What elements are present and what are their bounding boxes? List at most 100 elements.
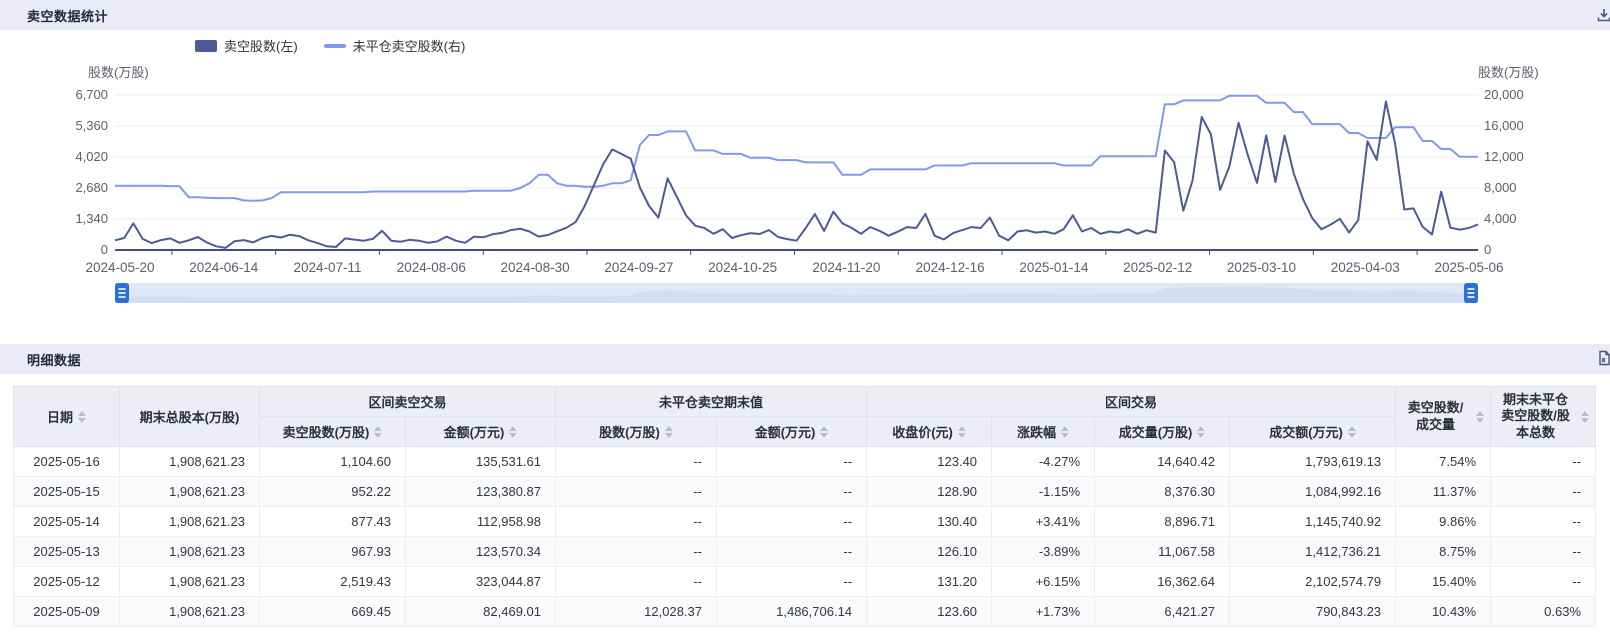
cell-close-price: 123.60 — [867, 597, 992, 627]
x-axis-tick-label: 2025-02-12 — [1123, 260, 1192, 275]
cell-change-pct: -4.27% — [992, 447, 1095, 477]
right-axis-tick-label: 20,000 — [1484, 87, 1524, 102]
chart-legend: 卖空股数(左) 未平仓卖空股数(右) — [195, 36, 465, 55]
sort-caret[interactable] — [1348, 426, 1356, 438]
col-header-turnover[interactable]: 成交额(万元) — [1230, 417, 1396, 447]
cell-open-amount: 1,486,706.14 — [717, 597, 867, 627]
cell-short-amount: 135,531.61 — [406, 447, 556, 477]
x-axis-tick-label: 2024-09-27 — [604, 260, 673, 275]
cell-close-price: 131.20 — [867, 567, 992, 597]
cell-change-pct: -3.89% — [992, 537, 1095, 567]
left-axis-tick-label: 2,680 — [75, 180, 108, 195]
legend-item-open-short-shares[interactable]: 未平仓卖空股数(右) — [324, 36, 466, 55]
cell-short-amount: 123,380.87 — [406, 477, 556, 507]
x-axis-tick-label: 2024-06-14 — [189, 260, 259, 275]
cell-total-share-capital: 1,908,621.23 — [120, 447, 260, 477]
cell-short-amount: 123,570.34 — [406, 537, 556, 567]
col-header-open-ratio[interactable]: 期末未平仓卖空股数/股本总数 — [1491, 387, 1596, 447]
cell-short-ratio: 11.37% — [1396, 477, 1491, 507]
left-axis-tick-label: 6,700 — [75, 87, 108, 102]
col-header-open-amount[interactable]: 金额(万元) — [717, 417, 867, 447]
sort-caret[interactable] — [374, 426, 382, 438]
legend-line-marker — [324, 44, 346, 48]
sort-caret[interactable] — [1476, 411, 1484, 423]
series-short-shares-line — [115, 102, 1478, 248]
cell-volume: 6,421.27 — [1095, 597, 1230, 627]
x-axis-tick-label: 2024-07-11 — [294, 260, 362, 275]
cell-open-ratio: -- — [1491, 507, 1596, 537]
cell-open-ratio: 0.63% — [1491, 597, 1596, 627]
table-row: 2025-05-141,908,621.23877.43112,958.98--… — [14, 507, 1596, 537]
cell-turnover: 1,793,619.13 — [1230, 447, 1396, 477]
x-axis-tick-label: 2025-01-14 — [1019, 260, 1089, 275]
table-row: 2025-05-131,908,621.23967.93123,570.34--… — [14, 537, 1596, 567]
cell-short-ratio: 15.40% — [1396, 567, 1491, 597]
cell-short-shares: 2,519.43 — [260, 567, 406, 597]
x-axis-tick-label: 2024-12-16 — [916, 260, 985, 275]
cell-volume: 16,362.64 — [1095, 567, 1230, 597]
group-header-interval-trading: 区间交易 — [867, 387, 1396, 417]
sort-caret[interactable] — [665, 426, 673, 438]
cell-close-price: 123.40 — [867, 447, 992, 477]
cell-turnover: 1,084,992.16 — [1230, 477, 1396, 507]
cell-short-ratio: 10.43% — [1396, 597, 1491, 627]
cell-total-share-capital: 1,908,621.23 — [120, 507, 260, 537]
col-header-short-shares[interactable]: 卖空股数(万股) — [260, 417, 406, 447]
cell-change-pct: +3.41% — [992, 507, 1095, 537]
cell-turnover: 790,843.23 — [1230, 597, 1396, 627]
col-header-close-price[interactable]: 收盘价(元) — [867, 417, 992, 447]
table-row: 2025-05-091,908,621.23669.4582,469.0112,… — [14, 597, 1596, 627]
sort-caret[interactable] — [1197, 426, 1205, 438]
table-header: 日期 期末总股本(万股) 区间卖空交易 未平仓卖空期末值 区间交易 卖空股数/成… — [14, 387, 1596, 447]
cell-date: 2025-05-09 — [14, 597, 120, 627]
col-header-open-shares[interactable]: 股数(万股) — [556, 417, 717, 447]
group-header-interval-short-trading: 区间卖空交易 — [260, 387, 556, 417]
cell-volume: 8,376.30 — [1095, 477, 1230, 507]
cell-short-amount: 323,044.87 — [406, 567, 556, 597]
cell-open-ratio: -- — [1491, 567, 1596, 597]
sort-caret[interactable] — [78, 411, 86, 423]
left-axis-tick-label: 5,360 — [75, 118, 108, 133]
left-axis-tick-label: 0 — [101, 242, 108, 257]
cell-total-share-capital: 1,908,621.23 — [120, 597, 260, 627]
cell-change-pct: -1.15% — [992, 477, 1095, 507]
x-axis-tick-label: 2024-05-20 — [85, 260, 154, 275]
series-open-short-shares-line — [115, 96, 1478, 201]
detail-table: 日期 期末总股本(万股) 区间卖空交易 未平仓卖空期末值 区间交易 卖空股数/成… — [13, 386, 1596, 627]
cell-short-shares: 669.45 — [260, 597, 406, 627]
cell-date: 2025-05-16 — [14, 447, 120, 477]
sort-caret[interactable] — [509, 426, 517, 438]
cell-short-shares: 877.43 — [260, 507, 406, 537]
cell-close-price: 128.90 — [867, 477, 992, 507]
right-axis-tick-label: 4,000 — [1484, 211, 1517, 226]
cell-turnover: 2,102,574.79 — [1230, 567, 1396, 597]
x-axis-tick-label: 2025-05-06 — [1434, 260, 1503, 275]
sort-caret[interactable] — [1581, 411, 1589, 423]
table-row: 2025-05-151,908,621.23952.22123,380.87--… — [14, 477, 1596, 507]
col-header-short-amount[interactable]: 金额(万元) — [406, 417, 556, 447]
cell-total-share-capital: 1,908,621.23 — [120, 477, 260, 507]
sort-caret[interactable] — [958, 426, 966, 438]
cell-change-pct: +1.73% — [992, 597, 1095, 627]
left-axis-tick-label: 1,340 — [75, 211, 108, 226]
table-body: 2025-05-161,908,621.231,104.60135,531.61… — [14, 447, 1596, 627]
legend-item-short-shares[interactable]: 卖空股数(左) — [195, 36, 298, 55]
chart-section-title: 卖空数据统计 — [27, 6, 108, 25]
download-icon[interactable] — [1596, 7, 1610, 25]
table-row: 2025-05-121,908,621.232,519.43323,044.87… — [14, 567, 1596, 597]
col-header-short-ratio[interactable]: 卖空股数/成交量 — [1396, 387, 1491, 447]
export-excel-icon[interactable] — [1596, 350, 1610, 368]
x-axis-tick-label: 2024-08-06 — [397, 260, 466, 275]
cell-open-shares: -- — [556, 567, 717, 597]
cell-change-pct: +6.15% — [992, 567, 1095, 597]
col-header-date[interactable]: 日期 — [14, 387, 120, 447]
short-selling-statistics-page: 卖空数据统计 卖空股数(左) 未平仓卖空股数(右) 股数(万股) 股数(万股) … — [0, 0, 1610, 632]
cell-short-shares: 967.93 — [260, 537, 406, 567]
col-header-change-pct[interactable]: 涨跌幅 — [992, 417, 1095, 447]
sort-caret[interactable] — [820, 426, 828, 438]
cell-short-shares: 952.22 — [260, 477, 406, 507]
col-header-volume[interactable]: 成交量(万股) — [1095, 417, 1230, 447]
sort-caret[interactable] — [1061, 426, 1069, 438]
cell-open-amount: -- — [717, 567, 867, 597]
cell-volume: 8,896.71 — [1095, 507, 1230, 537]
